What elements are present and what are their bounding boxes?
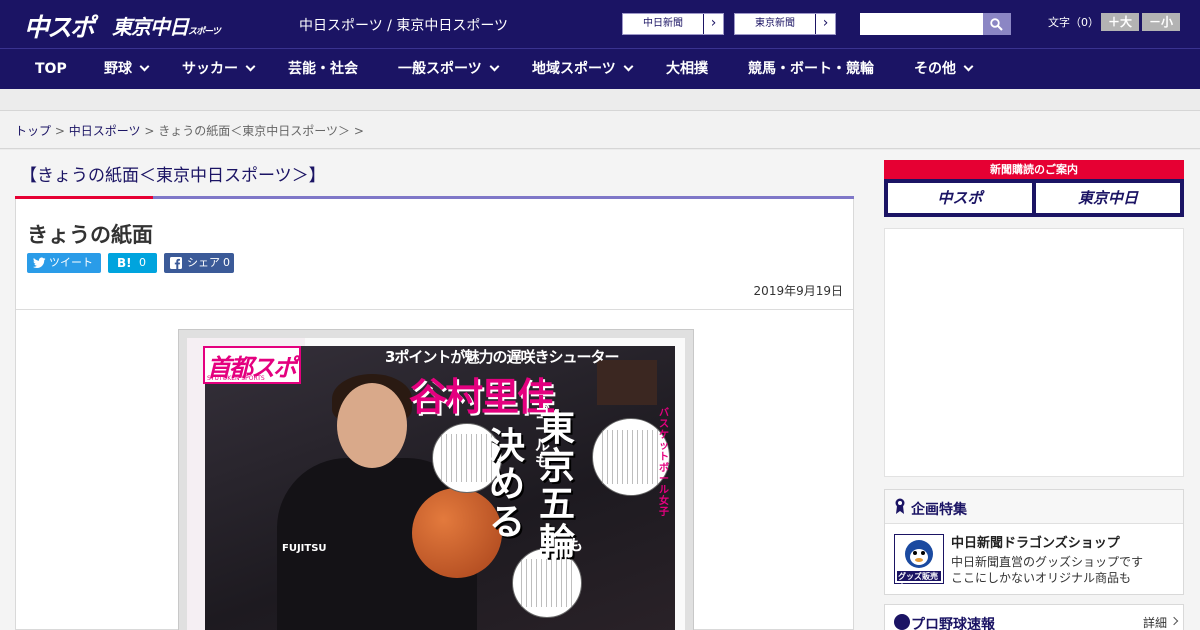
nav-soccer[interactable]: サッカー [182,49,256,89]
player-face [337,383,407,468]
breadcrumb-bar: トップ > 中日スポーツ > きょうの紙面＜東京中日スポーツ＞ > [0,111,1200,149]
facebook-share-button[interactable]: シェア 0 [164,253,234,273]
nav-others[interactable]: その他 [914,49,974,89]
feature-title: 企画特集 [911,502,967,518]
tokyo-shimbun-link[interactable]: 東京新聞 › [734,13,836,35]
baseball-live-title: プロ野球速報 [911,617,995,630]
tweet-button[interactable]: ツイート [27,253,101,273]
section-heading: 【きょうの紙面＜東京中日スポーツ＞】 [20,166,326,186]
chevron-down-icon [139,61,150,72]
dragons-shop-thumbnail[interactable]: グッズ販売中 [894,534,944,592]
nav-label: 野球 [104,61,132,77]
newspaper-tagline: 3ポイントが魅力の遅咲きシューター [385,348,619,366]
search-button[interactable] [983,13,1011,35]
chunichi-shimbun-link[interactable]: 中日新聞 › [622,13,724,35]
chevron-down-icon [489,61,500,72]
shop-thumb-label: グッズ販売中 [898,572,938,592]
feature-header: 企画特集 [885,490,1183,524]
baseball-live-box: プロ野球速報 詳細 [884,604,1184,630]
chevron-right-icon [1169,616,1179,626]
newspaper-brand-block: 首都スポ SYUTOKEN SPORTS [203,346,301,384]
breadcrumb-separator: > [353,124,364,138]
article-date: 2019年9月19日 [753,284,843,298]
font-size-label: 文字（0） [1048,16,1099,29]
subscribe-tokyo-button[interactable]: 東京中日 [1036,183,1180,213]
font-size-down-button[interactable]: －小 [1142,13,1180,31]
shop-description: ここにしかないオリジナル商品も [951,571,1132,585]
chusupo-logo[interactable]: 中スポ [24,8,95,42]
nav-entertainment[interactable]: 芸能・社会 [288,49,358,89]
nav-label: TOP [35,61,67,77]
subscribe-chusupo-button[interactable]: 中スポ [888,183,1032,213]
chunichi-shimbun-label: 中日新聞 [643,18,683,29]
tweet-label: ツイート [49,256,93,269]
subscription-banner[interactable]: 新聞購読のご案内 中スポ 東京中日 [884,160,1184,217]
tokyo-chunichi-logo[interactable]: 東京中日スポーツ [112,11,221,40]
twitter-icon [33,257,46,268]
hatena-bookmark-button[interactable]: B! 0 [108,253,157,273]
search-icon [990,18,1003,31]
nav-label: 地域スポーツ [532,61,616,77]
breadcrumb: トップ > 中日スポーツ > きょうの紙面＜東京中日スポーツ＞ > [15,122,364,139]
tokyo-logo-text: 東京中日 [112,15,189,39]
baseball-icon [894,614,910,630]
newspaper-headline: 決める [489,426,526,543]
nav-label: その他 [914,61,956,77]
dragons-shop-link[interactable]: 中日新聞ドラゴンズショップ [951,532,1120,551]
nav-baseball[interactable]: 野球 [104,49,150,89]
nav-label: 一般スポーツ [398,61,482,77]
hatena-icon: B! [117,256,132,270]
nav-label: 大相撲 [666,61,708,77]
chevron-down-icon [963,61,974,72]
font-size-up-button[interactable]: ＋大 [1101,13,1139,31]
site-title: 中日スポーツ / 東京中日スポーツ [299,18,509,34]
ad-slot [884,228,1184,477]
breadcrumb-separator: > [144,124,155,138]
article-title: きょうの紙面 [27,223,153,247]
newspaper-brand-en: SYUTOKEN SPORTS [207,375,265,382]
breadcrumb-top[interactable]: トップ [15,124,51,138]
search-input[interactable] [860,13,983,35]
breadcrumb-current: きょうの紙面＜東京中日スポーツ＞ [158,124,350,138]
breadcrumb-separator: > [54,124,65,138]
facebook-icon [170,257,182,269]
shop-description: 中日新聞直営のグッズショップです [951,555,1144,569]
ribbon-icon [895,498,905,514]
spacer-band [0,89,1200,111]
main-nav: TOP 野球 サッカー 芸能・社会 一般スポーツ 地域スポーツ 大相撲 競馬・ボ… [0,48,1200,89]
breadcrumb-chunichi-sports[interactable]: 中日スポーツ [69,124,141,138]
newspaper-front-page: FUJITSU 首都スポ SYUTOKEN SPORTS 3ポイントが魅力の遅咲… [187,338,685,630]
tokyo-shimbun-label: 東京新聞 [755,18,795,29]
newspaper-player-name: 谷村里佳 [409,375,555,419]
newspaper-headline-sub: も [568,536,584,554]
nav-label: 芸能・社会 [288,61,358,77]
newspaper-image-frame[interactable]: FUJITSU 首都スポ SYUTOKEN SPORTS 3ポイントが魅力の遅咲… [178,329,694,630]
nav-label: 競馬・ボート・競輪 [748,61,874,77]
chevron-down-icon [245,61,256,72]
tokyo-logo-small: スポーツ [188,27,221,37]
article-card: きょうの紙面 ツイート B! 0 シェア 0 2019年9月19日 FUJITS… [15,199,854,630]
nav-racing[interactable]: 競馬・ボート・競輪 [748,49,874,89]
facebook-share-label: シェア [187,256,220,269]
site-header: 中スポ 東京中日スポーツ 中日スポーツ / 東京中日スポーツ 中日新聞 › 東京… [0,0,1200,48]
chevron-right-icon: › [703,14,723,34]
hatena-count: 0 [139,256,146,269]
nav-regional-sports[interactable]: 地域スポーツ [532,49,634,89]
nav-general-sports[interactable]: 一般スポーツ [398,49,500,89]
nav-sumo[interactable]: 大相撲 [666,49,708,89]
subscription-banner-title: 新聞購読のご案内 [884,160,1184,179]
chevron-down-icon [623,61,634,72]
jersey-logo: FUJITSU [282,543,327,554]
baseball-details-link[interactable]: 詳細 [1143,614,1167,630]
chevron-right-icon: › [815,14,835,34]
nav-top[interactable]: TOP [35,49,67,89]
facebook-count: 0 [223,256,230,269]
nav-label: サッカー [182,61,238,77]
article-divider [16,309,853,310]
newspaper-vertical-text: バスケットボール女子 [659,408,669,518]
feature-box: 企画特集 グッズ販売中 中日新聞ドラゴンズショップ 中日新聞直営のグッズショップ… [884,489,1184,595]
